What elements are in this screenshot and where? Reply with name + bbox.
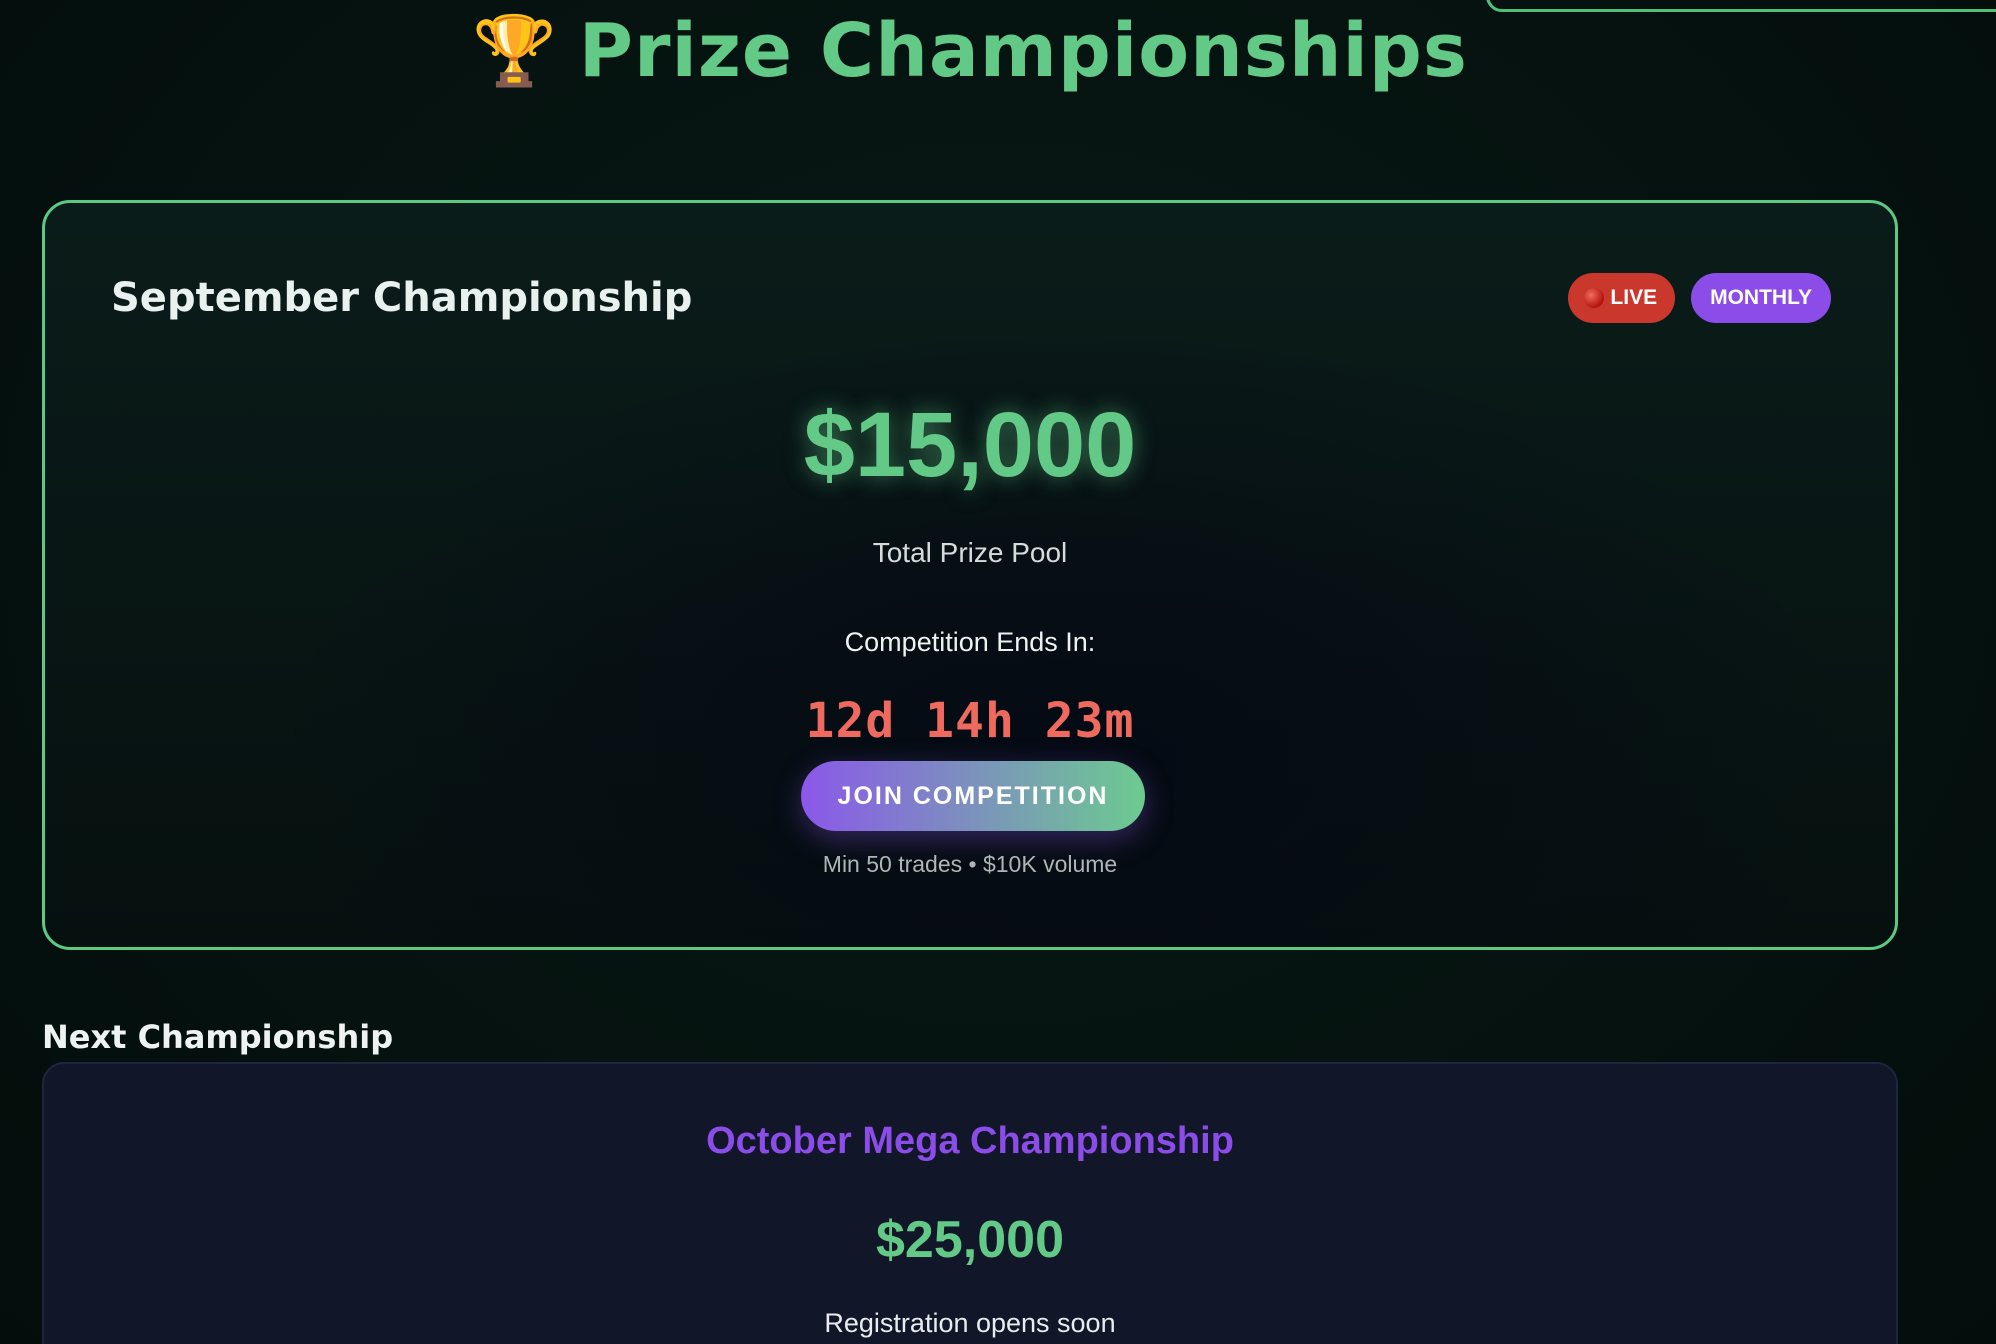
page-header: 🏆 Prize Championships: [0, 14, 1940, 88]
prize-pool-amount: $15,000: [803, 394, 1137, 496]
countdown-timer: 12d 14h 23m: [805, 693, 1135, 749]
prize-pool-label: Total Prize Pool: [872, 537, 1068, 568]
next-championship-title: October Mega Championship: [706, 1120, 1234, 1162]
next-prize-amount: $25,000: [876, 1211, 1064, 1269]
status-badges: LIVE MONTHLY: [1568, 273, 1831, 323]
page-title: Prize Championships: [578, 8, 1468, 94]
current-championship-card: September Championship LIVE MONTHLY $15,…: [42, 200, 1898, 950]
next-championship-heading: Next Championship: [42, 1018, 394, 1056]
live-badge: LIVE: [1568, 273, 1676, 323]
competition-ends-label: Competition Ends In:: [844, 627, 1096, 657]
join-competition-button[interactable]: JOIN COMPETITION: [801, 761, 1145, 831]
live-badge-label: LIVE: [1610, 286, 1658, 309]
page: 🏆 Prize Championships September Champion…: [0, 0, 1996, 1344]
live-dot-icon: [1584, 288, 1605, 308]
monthly-badge: MONTHLY: [1691, 273, 1831, 323]
top-right-panel-edge: [1486, 0, 1996, 12]
entry-requirements: Min 50 trades • $10K volume: [822, 851, 1118, 877]
trophy-icon: 🏆: [472, 13, 557, 89]
registration-status: Registration opens soon: [824, 1308, 1116, 1338]
championship-title: September Championship: [111, 275, 693, 321]
next-championship-card[interactable]: October Mega Championship $25,000 Regist…: [42, 1062, 1898, 1344]
